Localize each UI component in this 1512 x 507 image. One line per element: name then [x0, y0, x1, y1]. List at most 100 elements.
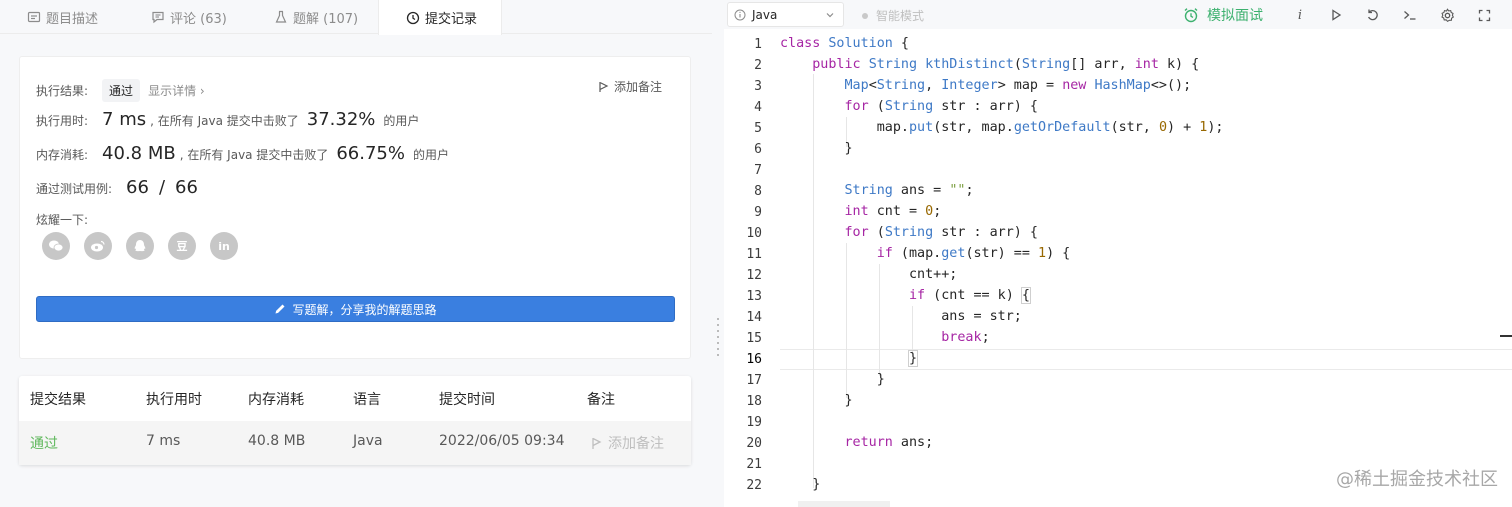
flask-icon [275, 10, 287, 23]
douban-icon[interactable]: 豆 [168, 232, 196, 260]
code-line: class Solution { [780, 36, 909, 51]
tab-description-label: 题目描述 [46, 11, 99, 27]
code-line: break; [941, 330, 990, 345]
write-solution-button[interactable]: 写题解，分享我的解题思路 [36, 296, 675, 322]
status-badge: 通过 [102, 79, 141, 102]
row-language: Java [353, 433, 383, 449]
tab-comments-label: 评论 (63) [170, 11, 227, 27]
code-line: if (cnt == k) { [909, 287, 1031, 304]
fullscreen-icon[interactable] [1474, 5, 1494, 25]
code-line: public String kthDistinct(String[] arr, … [812, 57, 1200, 72]
line-number: 10 [746, 226, 762, 241]
info-icon[interactable]: i [1290, 5, 1310, 25]
row-submit-time: 2022/06/05 09:34 [439, 433, 565, 449]
description-icon [27, 11, 41, 23]
runtime-users-text: 的用户 [383, 114, 420, 128]
resize-handle[interactable] [717, 318, 719, 360]
memory-label: 内存消耗: [36, 148, 89, 162]
row-memory: 40.8 MB [248, 433, 306, 449]
wechat-icon[interactable] [42, 232, 70, 260]
memory-row: 内存消耗: 40.8 MB , 在所有 Java 提交中击败了 66.75% 的… [36, 143, 449, 164]
add-note-button[interactable]: 添加备注 [598, 78, 662, 95]
tab-comments[interactable]: 评论 (63) [151, 0, 227, 34]
linkedin-icon[interactable]: in [210, 232, 238, 260]
line-number: 2 [754, 58, 762, 73]
test-cases-separator: / [158, 177, 166, 198]
table-header-note: 备注 [587, 392, 615, 408]
show-details-link[interactable]: 显示详情 › [148, 82, 205, 99]
line-number: 5 [754, 121, 762, 136]
runtime-label: 执行用时: [36, 114, 89, 128]
tab-solutions[interactable]: 题解 (107) [274, 0, 358, 34]
table-header-runtime: 执行用时 [146, 392, 202, 408]
flag-icon [599, 81, 609, 92]
row-add-note-button[interactable]: 添加备注 [591, 433, 664, 453]
runtime-beat-text: , 在所有 Java 提交中击败了 [150, 114, 299, 128]
editor-panel: Java 智能模式 模拟面试 i 1 2 3 4 5 6 7 8 9 10 11… [724, 0, 1512, 507]
language-select[interactable]: Java [727, 2, 844, 27]
smart-mode-toggle[interactable]: 智能模式 [862, 7, 924, 24]
row-result[interactable]: 通过 [30, 433, 58, 453]
line-number: 17 [746, 373, 762, 388]
table-header-language: 语言 [353, 392, 381, 408]
line-number: 18 [746, 394, 762, 409]
line-number: 1 [754, 37, 762, 52]
code-line: } [780, 372, 885, 387]
test-cases-row: 通过测试用例: 66 / 66 [36, 177, 198, 198]
submission-result-card: 执行结果: 通过 显示详情 › 添加备注 执行用时: 7 ms , 在所有 Ja… [19, 56, 691, 359]
code-line: String ans = ""; [844, 183, 974, 198]
tab-solutions-label: 题解 (107) [293, 11, 359, 27]
line-number: 20 [746, 436, 762, 451]
table-row[interactable]: 通过 7 ms 40.8 MB Java 2022/06/05 09:34 添加… [19, 421, 691, 465]
share-label: 炫耀一下: [36, 213, 89, 227]
code-line: Map<String, Integer> map = new HashMap<>… [844, 78, 1192, 93]
reset-icon[interactable] [1363, 5, 1383, 25]
line-number: 7 [754, 163, 762, 178]
runtime-percentile: 37.32% [306, 109, 376, 130]
code-line: map.put(str, map.getOrDefault(str, 0) + … [780, 120, 1224, 135]
tab-bar: 题目描述 评论 (63) 题解 (107) 提交记录 [0, 0, 712, 35]
line-number: 8 [754, 184, 762, 199]
line-number: 12 [746, 268, 762, 283]
line-number: 22 [746, 478, 762, 493]
line-number: 4 [754, 100, 762, 115]
run-icon[interactable] [1326, 5, 1346, 25]
clock-icon [406, 11, 420, 24]
smart-mode-dot [862, 12, 868, 19]
scrollbar-marker[interactable] [1500, 335, 1512, 337]
result-row: 执行结果: 通过 显示详情 › [36, 79, 205, 102]
memory-value: 40.8 MB [102, 143, 176, 164]
test-cases-passed: 66 [126, 177, 149, 198]
panel-divider[interactable] [712, 0, 724, 507]
code-line: cnt++; [780, 267, 958, 282]
share-icons: 豆 in [42, 232, 252, 260]
info-circle-icon [734, 9, 746, 20]
console-icon[interactable] [1400, 5, 1420, 25]
code-line: return ans; [844, 435, 934, 450]
code-line: } [780, 393, 853, 408]
line-number: 13 [746, 289, 762, 304]
horizontal-scrollbar[interactable] [798, 501, 890, 507]
line-number: 19 [746, 415, 762, 430]
runtime-row: 执行用时: 7 ms , 在所有 Java 提交中击败了 37.32% 的用户 [36, 109, 419, 130]
memory-percentile: 66.75% [336, 143, 405, 164]
table-header-time: 提交时间 [439, 392, 495, 408]
mock-interview-button[interactable]: 模拟面试 [1183, 5, 1263, 25]
add-note-label: 添加备注 [613, 80, 662, 94]
line-number: 14 [746, 310, 762, 325]
tab-description[interactable]: 题目描述 [27, 0, 98, 34]
weibo-icon[interactable] [84, 232, 112, 260]
code-line: ans = str; [780, 309, 1022, 324]
mock-interview-label: 模拟面试 [1207, 8, 1263, 24]
table-header-result: 提交结果 [30, 392, 86, 408]
qq-icon[interactable] [126, 232, 154, 260]
flag-icon [592, 437, 602, 449]
settings-icon[interactable] [1437, 5, 1457, 25]
line-number: 3 [754, 79, 762, 94]
tab-submissions[interactable]: 提交记录 [378, 0, 502, 35]
code-editor[interactable]: 1 2 3 4 5 6 7 8 9 10 11 12 13 14 15 16 17 18 19 20 21 22 clas… [724, 29, 1512, 507]
submissions-table: 提交结果 执行用时 内存消耗 语言 提交时间 备注 通过 7 ms 40.8 M… [19, 376, 691, 465]
code-line: int cnt = 0; [844, 204, 942, 219]
